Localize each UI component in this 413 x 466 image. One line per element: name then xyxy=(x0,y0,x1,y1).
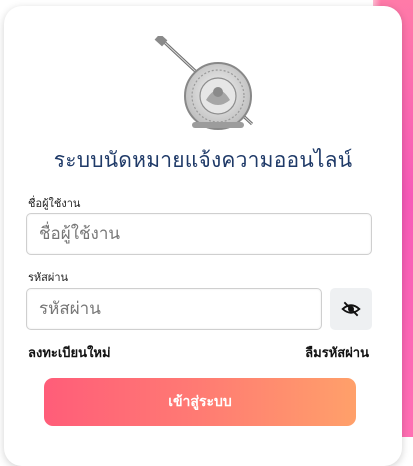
toggle-password-button[interactable] xyxy=(330,288,372,330)
password-input[interactable] xyxy=(26,288,322,330)
login-button[interactable]: เข้าสู่ระบบ xyxy=(44,378,356,426)
page-title: ระบบนัดหมายแจ้งความออนไลน์ xyxy=(53,148,353,172)
register-link[interactable]: ลงทะเบียนใหม่ xyxy=(28,342,111,363)
password-label: รหัสผ่าน xyxy=(28,271,69,284)
login-card: ระบบนัดหมายแจ้งความออนไลน์ ชื่อผู้ใช้งาน… xyxy=(4,6,402,466)
username-input[interactable] xyxy=(26,213,372,255)
username-label: ชื่อผู้ใช้งาน xyxy=(28,197,81,210)
eye-slash-icon xyxy=(341,301,361,317)
police-emblem-logo xyxy=(144,33,284,132)
forgot-password-link[interactable]: ลืมรหัสผ่าน xyxy=(305,342,369,363)
emblem-graphic xyxy=(154,33,254,130)
